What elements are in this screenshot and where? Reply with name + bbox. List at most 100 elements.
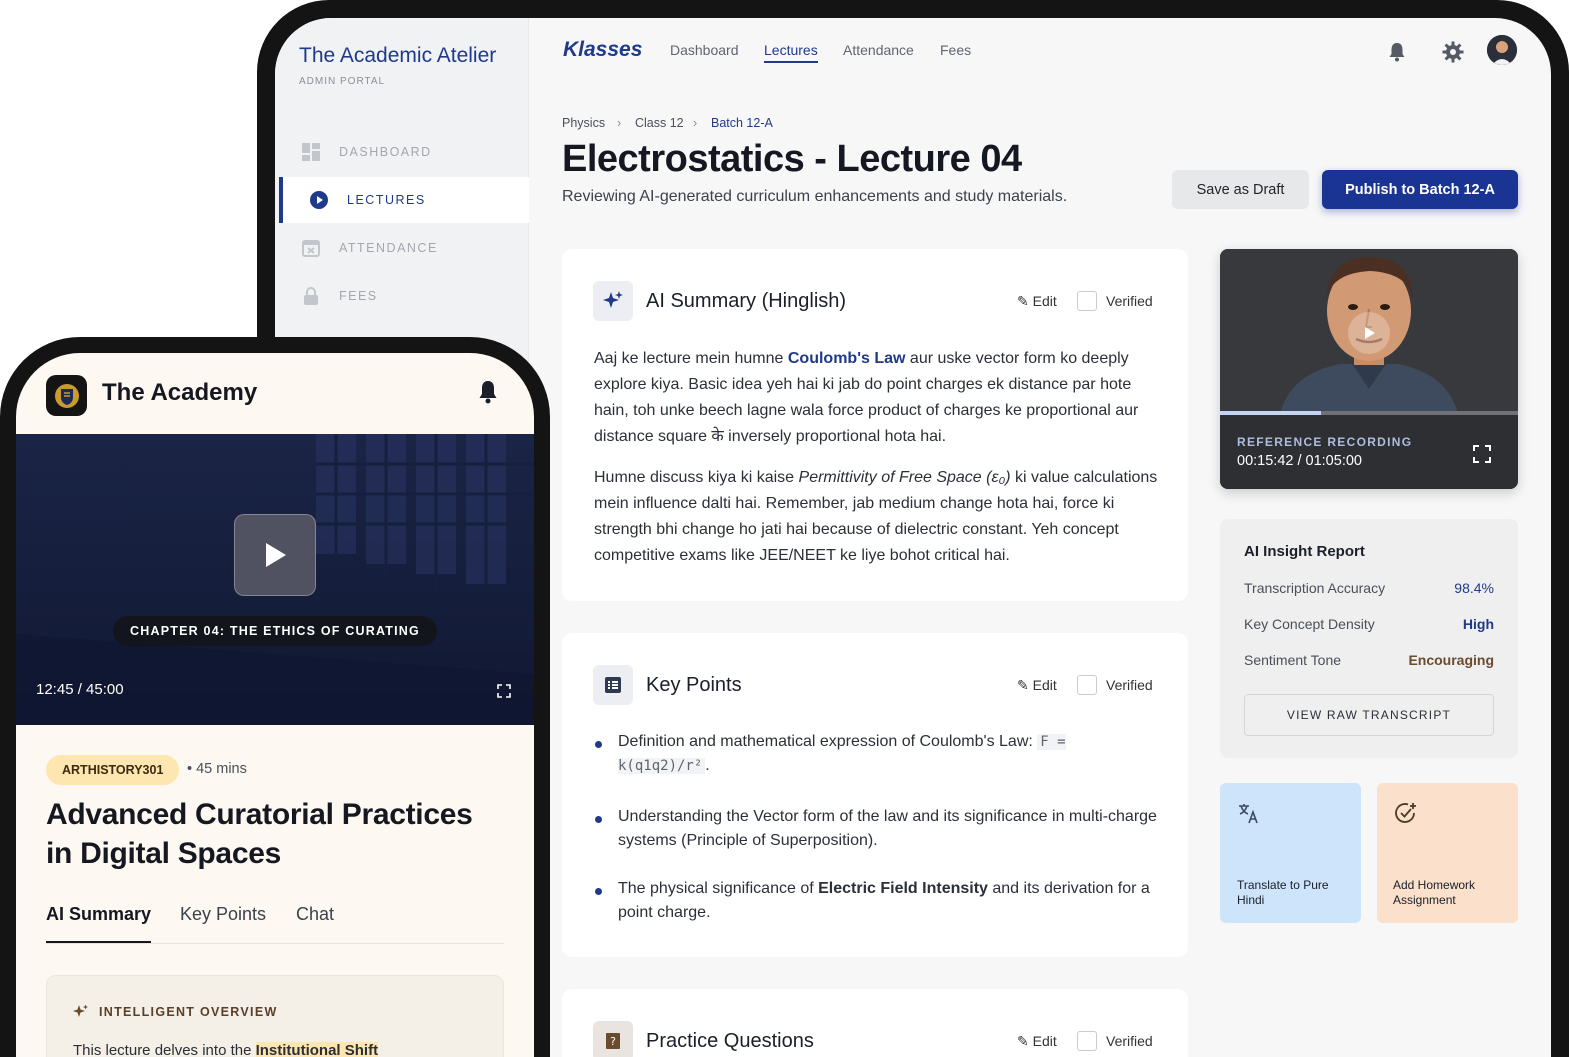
breadcrumb-batch: Batch 12-A xyxy=(711,116,773,130)
topnav-attendance[interactable]: Attendance xyxy=(843,42,914,58)
chapter-label: CHAPTER 04: THE ETHICS OF CURATING xyxy=(113,616,437,646)
summary-paragraph-2: Humne discuss kiya ki kaise Permittivity… xyxy=(594,469,1158,564)
reference-video-player[interactable]: REFERENCE RECORDING 00:15:42 / 01:05:00 xyxy=(1220,249,1518,489)
key-points-card: Key Points ✎ Edit Verified Definition an… xyxy=(562,633,1188,957)
ai-insight-report: AI Insight Report Transcription Accuracy… xyxy=(1220,519,1518,758)
app-logo[interactable]: Klasses xyxy=(563,38,642,62)
tabs-divider xyxy=(46,943,504,944)
tab-chat[interactable]: Chat xyxy=(296,904,334,925)
verified-checkbox[interactable] xyxy=(1077,291,1097,311)
sidebar-item-label: FEES xyxy=(339,289,378,303)
sidebar-item-fees[interactable]: FEES xyxy=(279,273,529,319)
sidebar-item-label: ATTENDANCE xyxy=(339,241,438,255)
insight-row-value: 98.4% xyxy=(1454,580,1494,596)
card-title: Practice Questions xyxy=(646,1030,814,1052)
question-book-icon: ? xyxy=(593,1021,633,1057)
page-subtitle: Reviewing AI-generated curriculum enhanc… xyxy=(562,188,1068,205)
ai-summary-card: AI Summary (Hinglish) ✎ Edit Verified Aa… xyxy=(562,249,1188,601)
phone-screen: The Academy CHAPTER 04: THE ETHICS OF CU… xyxy=(16,353,534,1057)
summary-paragraph-1: Aaj ke lecture mein humne Coulomb's Law … xyxy=(594,350,1139,445)
insight-row-label: Key Concept Density xyxy=(1244,616,1375,632)
svg-text:?: ? xyxy=(610,1035,616,1048)
topnav-fees[interactable]: Fees xyxy=(940,42,971,58)
sidebar-item-dashboard[interactable]: DASHBOARD xyxy=(279,129,529,175)
card-title: AI Summary (Hinglish) xyxy=(646,290,847,312)
page-title: Electrostatics - Lecture 04 xyxy=(562,138,1022,180)
homework-tile[interactable]: Add Homework Assignment xyxy=(1377,783,1518,923)
tile-label: Translate to Pure Hindi xyxy=(1237,878,1329,907)
coulombs-law-link[interactable]: Coulomb's Law xyxy=(788,350,906,367)
verified-checkbox[interactable] xyxy=(1077,675,1097,695)
bullet xyxy=(595,888,602,895)
insight-row-label: Sentiment Tone xyxy=(1244,652,1342,668)
translate-tile[interactable]: Translate to Pure Hindi xyxy=(1220,783,1361,923)
translate-icon xyxy=(1237,801,1261,830)
intelligent-overview-card: INTELLIGENT OVERVIEW This lecture delves… xyxy=(46,975,504,1057)
tab-key-points[interactable]: Key Points xyxy=(180,904,266,925)
key-point-item: Understanding the Vector form of the law… xyxy=(618,808,1157,849)
brand-title: The Academic Atelier xyxy=(299,44,497,67)
topnav-dashboard[interactable]: Dashboard xyxy=(670,42,739,58)
calendar-icon xyxy=(301,238,321,258)
breadcrumb-physics[interactable]: Physics xyxy=(562,116,605,130)
key-point-item: Definition and mathematical expression o… xyxy=(618,733,1066,774)
insight-row-label: Transcription Accuracy xyxy=(1244,580,1386,596)
card-title: Key Points xyxy=(646,674,742,696)
verified-label: Verified xyxy=(1106,293,1153,309)
lock-icon xyxy=(301,286,321,306)
edit-button[interactable]: ✎ Edit xyxy=(1017,677,1057,694)
breadcrumb-class[interactable]: Class 12 xyxy=(635,116,684,130)
edit-label: Edit xyxy=(1032,1033,1057,1049)
insight-row-value: Encouraging xyxy=(1408,652,1494,668)
sidebar-item-label: LECTURES xyxy=(347,193,426,207)
add-task-icon xyxy=(1394,801,1418,830)
bullet xyxy=(595,816,602,823)
academy-crest-icon xyxy=(46,375,87,416)
sparkle-icon xyxy=(593,281,633,321)
play-button[interactable] xyxy=(234,514,316,596)
save-draft-button[interactable]: Save as Draft xyxy=(1172,170,1309,209)
app-title: The Academy xyxy=(102,379,258,406)
bell-icon[interactable] xyxy=(476,379,500,410)
fullscreen-icon[interactable] xyxy=(1473,445,1491,468)
fullscreen-icon[interactable] xyxy=(497,684,511,703)
phone-video-player[interactable]: CHAPTER 04: THE ETHICS OF CURATING 12:45… xyxy=(16,434,534,725)
edit-button[interactable]: ✎ Edit xyxy=(1017,293,1057,310)
sidebar-item-lectures[interactable]: LECTURES xyxy=(279,177,529,223)
edit-label: Edit xyxy=(1032,293,1057,309)
pencil-icon: ✎ xyxy=(1017,677,1029,693)
video-label: REFERENCE RECORDING xyxy=(1237,435,1413,449)
tab-ai-summary[interactable]: AI Summary xyxy=(46,904,151,925)
play-icon[interactable] xyxy=(1348,312,1390,354)
video-time: 00:15:42 / 01:05:00 xyxy=(1237,453,1362,469)
verified-checkbox[interactable] xyxy=(1077,1031,1097,1051)
duration: • 45 mins xyxy=(187,761,247,777)
brand-subtitle: ADMIN PORTAL xyxy=(299,76,386,87)
chevron-right-icon: › xyxy=(617,116,622,130)
publish-button[interactable]: Publish to Batch 12-A xyxy=(1322,170,1518,209)
overview-label: INTELLIGENT OVERVIEW xyxy=(99,1005,278,1019)
phone-frame: The Academy CHAPTER 04: THE ETHICS OF CU… xyxy=(0,337,550,1057)
course-tag: ARTHISTORY301 xyxy=(46,755,180,785)
chevron-right-icon: › xyxy=(693,116,698,130)
avatar[interactable] xyxy=(1487,35,1517,65)
bell-icon[interactable] xyxy=(1385,40,1409,64)
verified-label: Verified xyxy=(1106,1033,1153,1049)
pencil-icon: ✎ xyxy=(1017,293,1029,309)
gear-icon[interactable] xyxy=(1441,40,1465,64)
list-icon xyxy=(593,665,633,705)
edit-label: Edit xyxy=(1032,677,1057,693)
topnav-lectures[interactable]: Lectures xyxy=(764,42,818,63)
edit-button[interactable]: ✎ Edit xyxy=(1017,1033,1057,1050)
lecture-title: Advanced Curatorial Practices in Digital… xyxy=(46,798,473,870)
insight-title: AI Insight Report xyxy=(1244,543,1365,560)
video-time: 12:45 / 45:00 xyxy=(36,681,124,698)
overview-text: This lecture delves into the Institution… xyxy=(73,1042,379,1057)
sidebar-item-label: DASHBOARD xyxy=(339,145,432,159)
play-circle-icon xyxy=(309,190,329,210)
tile-label: Add Homework Assignment xyxy=(1393,878,1476,907)
verified-label: Verified xyxy=(1106,677,1153,693)
sparkle-icon xyxy=(73,1004,89,1025)
view-transcript-button[interactable]: VIEW RAW TRANSCRIPT xyxy=(1244,694,1494,736)
sidebar-item-attendance[interactable]: ATTENDANCE xyxy=(279,225,529,271)
